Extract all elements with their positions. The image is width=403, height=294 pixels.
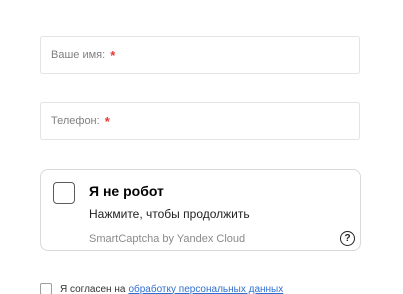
name-input[interactable]: Ваше имя: * [40,36,360,74]
smartcaptcha-widget[interactable]: Я не робот Нажмите, чтобы продолжить Sma… [40,169,361,251]
consent-row: Я согласен на обработку персональных дан… [40,283,283,294]
feedback-form: Ваше имя: * Телефон: * Я не робот Нажмит… [0,0,403,294]
phone-input-placeholder: Телефон: [51,115,100,127]
consent-label: Я согласен на [60,283,126,294]
name-input-placeholder: Ваше имя: [51,49,106,61]
required-asterisk: * [110,47,116,63]
consent-checkbox[interactable] [40,283,52,294]
privacy-policy-link[interactable]: обработку персональных данных [128,284,283,294]
phone-input[interactable]: Телефон: * [40,102,360,140]
required-asterisk: * [104,113,110,129]
captcha-brand: SmartCaptcha by Yandex Cloud [89,233,246,245]
captcha-title: Я не робот [89,183,164,199]
captcha-subtitle: Нажмите, чтобы продолжить [89,207,250,221]
captcha-checkbox[interactable] [53,182,75,204]
question-circle-icon[interactable]: ? [340,231,355,246]
